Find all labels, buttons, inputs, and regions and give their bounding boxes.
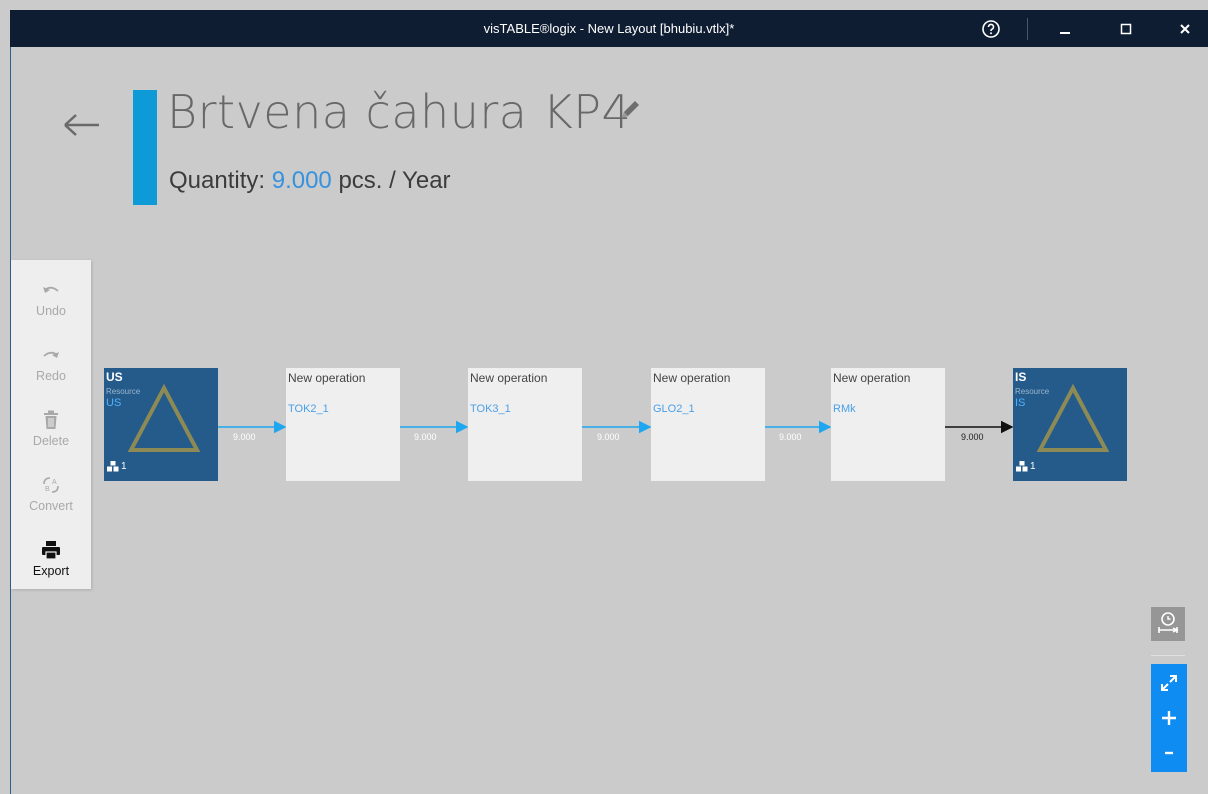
window-title: visTABLE®logix - New Layout [bhubiu.vtlx… <box>483 21 735 36</box>
flow-value-label: 9.000 <box>961 432 984 442</box>
operation-name: New operation <box>653 371 731 385</box>
cycle-time-button[interactable] <box>1151 607 1185 641</box>
boxes-icon <box>107 461 119 472</box>
zoom-out-button[interactable] <box>1151 736 1187 770</box>
resource-name: IS <box>1015 370 1027 384</box>
fit-to-screen-button[interactable] <box>1151 666 1187 700</box>
title-bar: visTABLE®logix - New Layout [bhubiu.vtlx… <box>10 10 1208 47</box>
resource-code: IS <box>1015 397 1026 409</box>
maximize-button[interactable] <box>1106 10 1146 47</box>
resource-code: US <box>106 397 122 409</box>
side-divider <box>1151 655 1185 656</box>
zoom-panel <box>1151 664 1187 772</box>
flow-value-label: 9.000 <box>779 432 802 442</box>
operation-name: New operation <box>470 371 548 385</box>
plus-icon <box>1162 711 1176 725</box>
flow-value-label: 9.000 <box>414 432 437 442</box>
main-window: Brtvena čahura KP4 Quantity: 9.000 pcs. … <box>10 47 1208 794</box>
minimize-icon <box>1060 31 1070 34</box>
boxes-icon <box>1016 461 1028 472</box>
clock-width-icon <box>1158 612 1179 633</box>
expand-icon <box>1161 675 1177 691</box>
operation-node-3[interactable]: New operation GLO2_1 <box>651 368 765 481</box>
operation-code: GLO2_1 <box>653 403 695 415</box>
flow-value-label: 9.000 <box>233 432 256 442</box>
zoom-in-button[interactable] <box>1151 701 1187 735</box>
operation-node-2[interactable]: New operation TOK3_1 <box>468 368 582 481</box>
operation-code: RMk <box>833 403 856 415</box>
flow-value-label: 9.000 <box>597 432 620 442</box>
operation-name: New operation <box>288 371 366 385</box>
resource-node-source[interactable]: US Resource US 1 <box>104 368 218 481</box>
resource-node-sink[interactable]: IS Resource IS 1 <box>1013 368 1127 481</box>
minimize-button[interactable] <box>1045 10 1085 47</box>
resource-count: 1 <box>1016 461 1036 472</box>
triangle-icon <box>1036 383 1110 452</box>
help-icon <box>982 19 1000 38</box>
operation-code: TOK2_1 <box>288 403 329 415</box>
resource-name: US <box>106 370 123 384</box>
maximize-icon <box>1120 23 1132 34</box>
operation-code: TOK3_1 <box>470 403 511 415</box>
close-icon <box>1180 23 1190 34</box>
operation-name: New operation <box>833 371 911 385</box>
process-flow-canvas[interactable]: US Resource US 1 New operation TOK2_1 Ne… <box>11 47 1208 794</box>
operation-node-4[interactable]: New operation RMk <box>831 368 945 481</box>
operation-node-1[interactable]: New operation TOK2_1 <box>286 368 400 481</box>
titlebar-separator <box>1027 18 1028 40</box>
triangle-icon <box>127 383 201 452</box>
close-button[interactable] <box>1165 10 1205 47</box>
help-button[interactable] <box>971 10 1011 47</box>
resource-count: 1 <box>107 461 127 472</box>
minus-icon <box>1165 751 1173 755</box>
